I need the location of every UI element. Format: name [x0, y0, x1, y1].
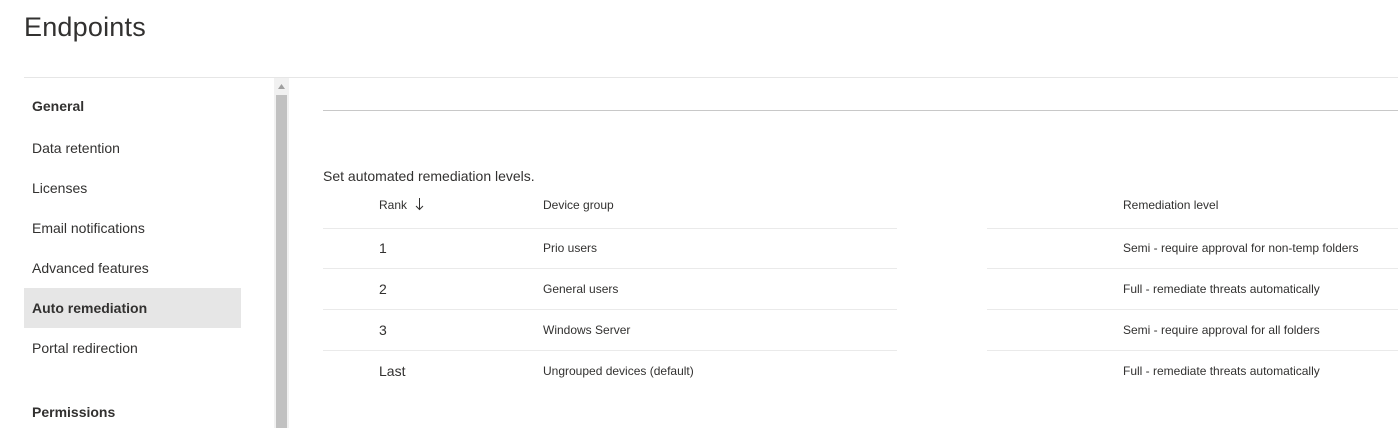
- remediation-level-cell: Semi - require approval for all folders: [1123, 323, 1320, 337]
- device-group-cell: Prio users: [543, 241, 598, 255]
- scroll-up-arrow-icon[interactable]: [274, 78, 289, 94]
- column-header-rank-label: Rank: [379, 198, 408, 212]
- sidebar-scrollbar[interactable]: [274, 78, 289, 428]
- row-divider: [987, 350, 1398, 351]
- sidebar-item-data-retention[interactable]: Data retention: [24, 128, 241, 168]
- row-divider: [987, 309, 1398, 310]
- page-title: Endpoints: [24, 12, 146, 42]
- row-divider: [987, 268, 1398, 269]
- section-description: Set automated remediation levels.: [323, 168, 535, 184]
- rank-cell: 2: [379, 281, 387, 297]
- settings-sidebar: General Data retention Licenses Email no…: [24, 78, 272, 428]
- sidebar-item-email-notifications[interactable]: Email notifications: [24, 208, 241, 248]
- column-header-rank[interactable]: Rank: [379, 198, 424, 214]
- sidebar-heading-permissions: Permissions: [32, 404, 116, 420]
- remediation-level-cell: Full - remediate threats automatically: [1123, 364, 1320, 378]
- sidebar-item-advanced-features[interactable]: Advanced features: [24, 248, 241, 288]
- rank-cell: 3: [379, 322, 387, 338]
- arrow-down-icon: [415, 198, 424, 214]
- remediation-level-cell: Semi - require approval for non-temp fol…: [1123, 241, 1359, 255]
- row-divider: [323, 350, 897, 351]
- page: Endpoints General Data retention License…: [0, 0, 1398, 428]
- scrollbar-thumb[interactable]: [276, 95, 287, 428]
- column-header-remediation-level[interactable]: Remediation level: [1123, 198, 1218, 212]
- device-group-cell: Ungrouped devices (default): [543, 364, 694, 378]
- column-header-device-group[interactable]: Device group: [543, 198, 614, 212]
- sidebar-item-licenses[interactable]: Licenses: [24, 168, 241, 208]
- device-group-cell: General users: [543, 282, 619, 296]
- content-divider: [323, 110, 1398, 111]
- sidebar-item-portal-redirection[interactable]: Portal redirection: [24, 328, 241, 368]
- sidebar-heading-general: General: [32, 98, 85, 114]
- row-divider: [323, 228, 897, 229]
- row-divider: [323, 268, 897, 269]
- remediation-level-cell: Full - remediate threats automatically: [1123, 282, 1320, 296]
- rank-cell: 1: [379, 240, 387, 256]
- row-divider: [987, 228, 1398, 229]
- rank-cell: Last: [379, 363, 406, 379]
- row-divider: [323, 309, 897, 310]
- device-group-cell: Windows Server: [543, 323, 631, 337]
- sidebar-item-auto-remediation[interactable]: Auto remediation: [24, 288, 241, 328]
